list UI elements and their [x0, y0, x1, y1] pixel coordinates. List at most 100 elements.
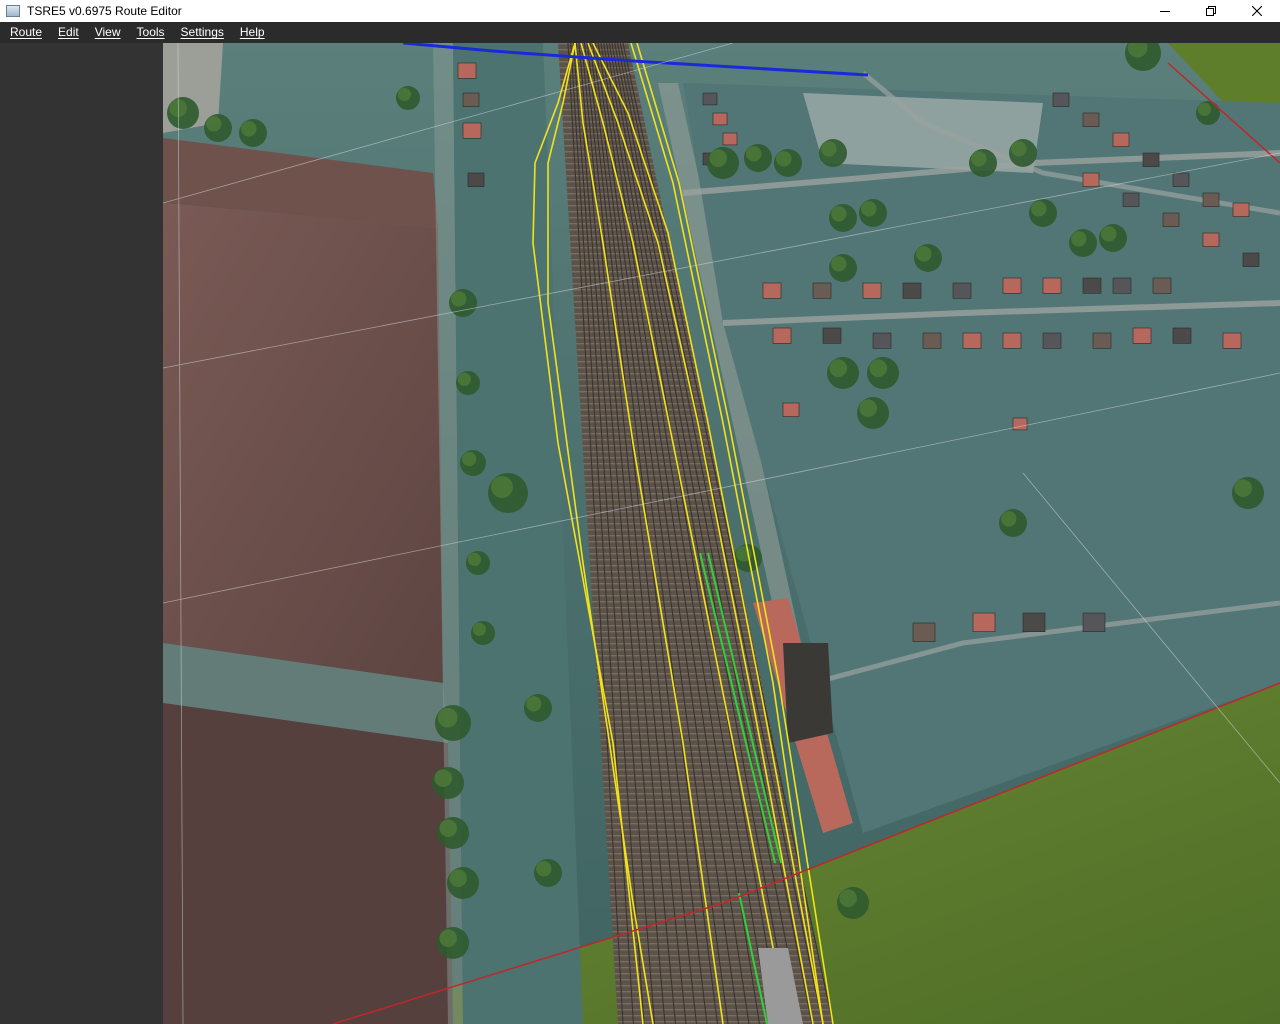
restore-button[interactable]: [1188, 0, 1234, 22]
house: [862, 282, 882, 299]
tree-highlight: [916, 246, 932, 262]
tree-highlight: [776, 151, 792, 167]
tree-highlight: [206, 116, 222, 132]
house: [922, 332, 942, 349]
restore-icon: [1206, 6, 1216, 16]
house: [1222, 332, 1242, 349]
house: [822, 327, 842, 344]
house: [1052, 92, 1070, 107]
field-bottom-left: [163, 703, 453, 1024]
tree-highlight: [457, 372, 471, 386]
house: [1002, 332, 1022, 349]
menu-edit[interactable]: Edit: [49, 22, 86, 43]
field-large-left: [163, 203, 443, 683]
house: [1232, 202, 1250, 217]
tree-highlight: [439, 819, 458, 837]
minimize-button[interactable]: [1142, 0, 1188, 22]
tree-highlight: [437, 707, 458, 728]
tree-highlight: [831, 256, 847, 272]
house: [1112, 132, 1130, 147]
house: [702, 92, 718, 106]
tree-highlight: [536, 861, 552, 877]
tree-highlight: [241, 121, 257, 137]
house: [902, 282, 922, 299]
tree-highlight: [829, 359, 847, 378]
tree-highlight: [461, 451, 477, 467]
window-controls: [1142, 0, 1280, 22]
tree-highlight: [971, 151, 987, 167]
house: [782, 402, 800, 417]
house: [1112, 277, 1132, 294]
tree-highlight: [397, 87, 411, 101]
menu-help[interactable]: Help: [231, 22, 272, 43]
tree-highlight: [859, 399, 877, 418]
house: [972, 612, 996, 633]
tree-highlight: [472, 622, 486, 637]
house: [1122, 192, 1140, 207]
tree-highlight: [526, 696, 542, 712]
left-tool-panel: [0, 43, 163, 1024]
house: [1172, 327, 1192, 344]
house: [872, 332, 892, 349]
tree-highlight: [869, 359, 887, 378]
tree-highlight: [831, 206, 847, 222]
tree-highlight: [434, 769, 453, 787]
house: [1042, 277, 1062, 294]
tree-highlight: [839, 889, 857, 907]
house: [762, 282, 782, 299]
house: [1162, 212, 1180, 227]
house: [1002, 277, 1022, 294]
house: [962, 332, 982, 349]
tree-highlight: [861, 201, 877, 217]
viewport-scene: [163, 43, 1280, 1024]
tree-highlight: [439, 929, 458, 947]
menu-route[interactable]: Route: [0, 22, 49, 43]
tree-highlight: [1101, 226, 1117, 242]
tree-highlight: [451, 291, 467, 307]
house: [1022, 612, 1046, 633]
minimize-icon: [1160, 11, 1170, 12]
house: [1082, 277, 1102, 294]
house: [772, 327, 792, 344]
house: [1172, 172, 1190, 187]
close-button[interactable]: [1234, 0, 1280, 22]
menu-bar: Route Edit View Tools Settings Help: [0, 22, 1280, 43]
tree-highlight: [746, 146, 762, 162]
house: [912, 622, 936, 643]
tree-highlight: [709, 149, 727, 167]
tree-highlight: [1011, 141, 1027, 157]
house: [712, 112, 728, 126]
house: [1082, 612, 1106, 633]
house: [457, 62, 477, 79]
house: [462, 92, 480, 107]
title-bar: TSRE5 v0.6975 Route Editor: [0, 0, 1280, 22]
house: [812, 282, 832, 299]
window-title: TSRE5 v0.6975 Route Editor: [27, 4, 182, 18]
house: [952, 282, 972, 299]
tree-highlight: [1001, 511, 1017, 527]
tree-highlight: [1234, 479, 1252, 498]
house: [1082, 112, 1100, 127]
menu-settings[interactable]: Settings: [172, 22, 231, 43]
station-roof: [783, 643, 833, 743]
tree-highlight: [1031, 201, 1047, 217]
house: [1202, 232, 1220, 247]
house: [722, 132, 738, 146]
menu-tools[interactable]: Tools: [128, 22, 172, 43]
house: [467, 172, 485, 187]
tree-highlight: [491, 476, 513, 498]
tree-highlight: [449, 869, 468, 887]
menu-view[interactable]: View: [86, 22, 128, 43]
house: [1082, 172, 1100, 187]
house: [1202, 192, 1220, 207]
tree-highlight: [1071, 231, 1087, 247]
route-3d-viewport[interactable]: [163, 43, 1280, 1024]
house: [1152, 277, 1172, 294]
app-icon: [6, 5, 20, 17]
house: [1092, 332, 1112, 349]
tree-highlight: [821, 141, 837, 157]
house: [1012, 417, 1028, 431]
close-icon: [1252, 6, 1262, 16]
house: [1242, 252, 1260, 267]
house: [1142, 152, 1160, 167]
